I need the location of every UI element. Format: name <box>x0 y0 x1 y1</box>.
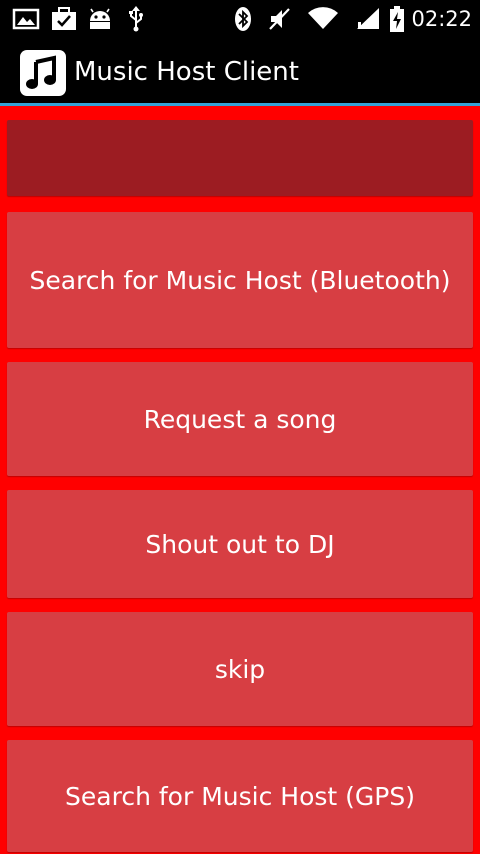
bluetooth-icon <box>232 0 254 38</box>
text-input-field[interactable] <box>7 120 473 196</box>
skip-button[interactable]: skip <box>7 612 473 726</box>
app-title: Music Host Client <box>74 57 299 87</box>
status-bar: 02:22 <box>0 0 480 38</box>
main-content: Search for Music Host (Bluetooth) Reques… <box>0 106 480 854</box>
music-note-icon <box>20 50 66 96</box>
usb-icon <box>124 0 148 38</box>
request-song-button[interactable]: Request a song <box>7 362 473 476</box>
shout-out-button[interactable]: Shout out to DJ <box>7 490 473 598</box>
silent-icon <box>266 0 294 38</box>
search-gps-button[interactable]: Search for Music Host (GPS) <box>7 740 473 852</box>
image-icon <box>10 0 42 38</box>
battery-charging-icon <box>388 0 406 38</box>
action-bar: Music Host Client <box>0 38 480 106</box>
status-clock: 02:22 <box>411 7 472 31</box>
signal-icon <box>354 0 382 38</box>
wifi-icon <box>306 0 340 38</box>
android-icon <box>84 0 116 38</box>
search-bluetooth-button[interactable]: Search for Music Host (Bluetooth) <box>7 212 473 348</box>
briefcase-check-icon <box>48 0 80 38</box>
